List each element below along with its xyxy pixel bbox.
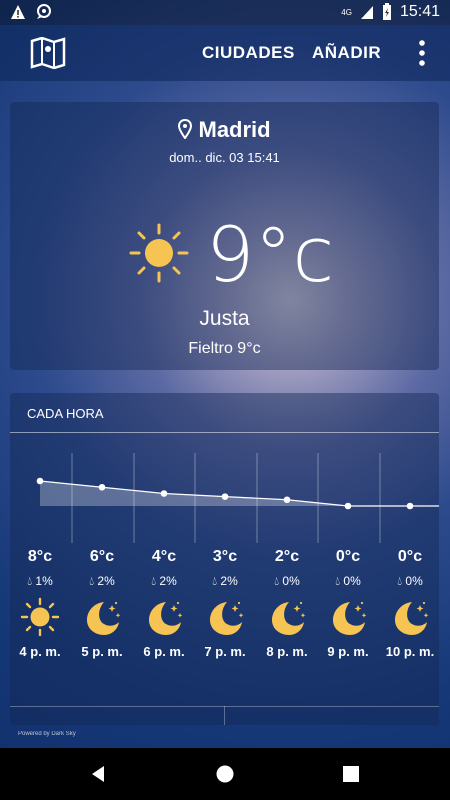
app-bar: CIUDADES AÑADIR	[0, 25, 450, 81]
feels-like: Fieltro 9°c	[188, 340, 261, 357]
hourly-temp: 6°c	[89, 548, 115, 565]
hourly-precip: 💧︎ 0%	[318, 574, 378, 589]
raindrop-icon: 💧︎	[397, 574, 403, 588]
hourly-title: CADA HORA	[27, 406, 104, 421]
current-temperature: 9°c	[206, 210, 335, 299]
current-condition: Justa	[199, 307, 250, 330]
hourly-precip: 💧︎ 2%	[72, 574, 132, 589]
temperature-point	[406, 502, 414, 510]
hourly-temp: 4°c	[151, 548, 177, 565]
temperature-point	[344, 502, 352, 510]
moon-stars-icon	[205, 597, 245, 637]
hourly-item: 2°c 💧︎ 0% 8 p. m.	[257, 548, 317, 659]
hourly-item: 6°c 💧︎ 2% 5 p. m.	[72, 548, 132, 659]
hourly-temp: 2°c	[274, 548, 300, 565]
location-pin-icon	[178, 118, 193, 140]
raindrop-icon: 💧︎	[335, 574, 341, 588]
raindrop-icon: 💧︎	[274, 574, 280, 588]
hourly-time: 8 p. m.	[266, 644, 308, 659]
current-weather-card: Madrid dom.. dic. 03 15:41 9°c Justa Fie…	[10, 102, 439, 370]
hourly-temp: 0°c	[397, 548, 423, 565]
hourly-temp: 8°c	[27, 548, 53, 565]
recents-icon[interactable]	[342, 765, 360, 783]
signal-icon	[360, 6, 373, 19]
hourly-precip-value: 0%	[343, 574, 361, 588]
sun-icon	[129, 223, 189, 283]
raindrop-icon: 💧︎	[89, 574, 95, 588]
hourly-temp: 0°c	[335, 548, 361, 565]
city-title: Madrid	[10, 117, 439, 143]
network-type: 4G	[341, 7, 352, 17]
navigation-bar	[0, 748, 450, 800]
moon-stars-icon	[82, 597, 122, 637]
chat-icon	[37, 4, 51, 19]
hourly-temp: 3°c	[212, 548, 238, 565]
hourly-time: 4 p. m.	[19, 644, 61, 659]
hourly-precip: 💧︎ 2%	[134, 574, 194, 589]
battery-icon	[382, 3, 391, 20]
temperature-point	[36, 477, 44, 485]
app-logo-icon[interactable]	[30, 37, 66, 69]
hourly-precip-value: 2%	[97, 574, 115, 588]
hourly-item: 3°c 💧︎ 2% 7 p. m.	[195, 548, 255, 659]
hourly-precip-value: 0%	[282, 574, 300, 588]
current-datetime: dom.. dic. 03 15:41	[169, 150, 280, 165]
temperature-point	[98, 483, 106, 491]
hourly-item: 8°c 💧︎ 1% 4 p. m.	[10, 548, 70, 659]
temperature-point	[160, 490, 168, 497]
hourly-precip-value: 0%	[405, 574, 423, 588]
hourly-precip: 💧︎ 0%	[257, 574, 317, 589]
raindrop-icon: 💧︎	[27, 574, 33, 588]
hourly-item: 0°c 💧︎ 0% 9 p. m.	[318, 548, 378, 659]
hourly-item: 0°c 💧︎ 0% 10 p. m.	[380, 548, 440, 659]
hourly-time: 6 p. m.	[143, 644, 185, 659]
hourly-temperature-graph	[36, 453, 439, 543]
warning-icon	[11, 5, 25, 19]
temperature-point	[221, 493, 229, 500]
hourly-precip-value: 2%	[159, 574, 177, 588]
overflow-menu-icon[interactable]	[418, 39, 426, 67]
cities-button[interactable]: CIUDADES	[202, 43, 295, 63]
hourly-forecast-card: CADA HORA 8°c 💧︎ 1% 4 p. m. 6°c 💧︎ 2% 5 p. m.…	[10, 393, 439, 725]
moon-stars-icon	[390, 597, 430, 637]
temperature-point	[283, 496, 291, 504]
hourly-precip-value: 1%	[35, 574, 53, 588]
hourly-precip: 💧︎ 2%	[195, 574, 255, 589]
sun-icon	[20, 597, 60, 637]
add-button[interactable]: AÑADIR	[312, 43, 381, 63]
hourly-precip-value: 2%	[220, 574, 238, 588]
hourly-precip: 💧︎ 1%	[10, 574, 70, 589]
raindrop-icon: 💧︎	[151, 574, 157, 588]
hourly-precip: 💧︎ 0%	[380, 574, 440, 589]
back-icon[interactable]	[88, 764, 108, 784]
hourly-time: 5 p. m.	[81, 644, 123, 659]
moon-stars-icon	[328, 597, 368, 637]
hourly-time: 7 p. m.	[204, 644, 246, 659]
moon-stars-icon	[267, 597, 307, 637]
city-name: Madrid	[198, 117, 271, 142]
status-time: 15:41	[399, 3, 440, 20]
hourly-time: 9 p. m.	[327, 644, 369, 659]
raindrop-icon: 💧︎	[212, 574, 218, 588]
moon-stars-icon	[144, 597, 184, 637]
powered-by-label: Powered by Dark Sky	[18, 731, 76, 737]
status-bar: 4G 15:41	[0, 0, 450, 25]
hourly-time: 10 p. m.	[385, 644, 435, 659]
divider	[224, 706, 225, 725]
home-icon[interactable]	[215, 764, 235, 784]
hourly-item: 4°c 💧︎ 2% 6 p. m.	[134, 548, 194, 659]
